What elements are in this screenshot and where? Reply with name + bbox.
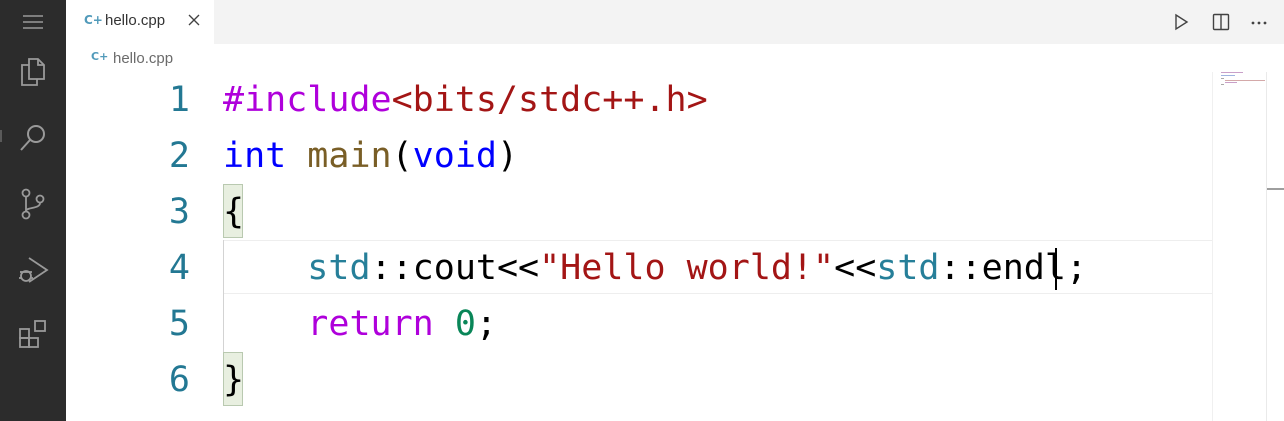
line-number: 2 <box>168 136 190 176</box>
run-debug-icon[interactable] <box>0 242 66 298</box>
source-control-icon[interactable] <box>0 176 66 232</box>
play-icon[interactable] <box>1171 12 1191 32</box>
text-cursor <box>1055 248 1057 290</box>
tab-hello-cpp[interactable]: C+ hello.cpp <box>66 0 214 44</box>
scrollbar-cursor-marker <box>1267 188 1284 190</box>
code-editor[interactable]: 1 #include<bits/stdc++.h> 2 int main(voi… <box>66 72 1212 421</box>
minimap-line <box>1221 78 1224 79</box>
line-content[interactable]: #include<bits/stdc++.h> <box>223 80 708 120</box>
split-editor-icon[interactable] <box>1211 12 1231 32</box>
line-content[interactable]: } <box>223 360 244 400</box>
cpp-file-icon: C+ <box>84 13 103 27</box>
line-content[interactable]: std::cout<<"Hello world!"<<std::endl; <box>223 248 1087 288</box>
minimap-line <box>1221 84 1224 85</box>
tab-bar: C+ hello.cpp <box>66 0 1284 44</box>
minimap-line <box>1225 80 1265 81</box>
code-line: 4 std::cout<<"Hello world!"<<std::endl; <box>66 240 1212 296</box>
editor-actions <box>1144 0 1284 44</box>
minimap-line <box>1221 72 1243 73</box>
minimap[interactable] <box>1212 72 1267 421</box>
line-number: 6 <box>168 360 190 400</box>
code-line: 3 { <box>66 184 1212 240</box>
code-line: 5 return 0; <box>66 296 1212 352</box>
code-line: 2 int main(void) <box>66 128 1212 184</box>
minimap-line <box>1225 82 1237 83</box>
line-content[interactable]: return 0; <box>223 304 497 344</box>
breadcrumb-file[interactable]: hello.cpp <box>113 50 173 67</box>
extensions-icon[interactable] <box>0 306 66 362</box>
line-number: 5 <box>168 304 190 344</box>
menu-icon[interactable] <box>0 0 66 44</box>
activity-marker <box>0 130 2 142</box>
search-icon[interactable] <box>0 110 66 166</box>
code-line: 6 } <box>66 352 1212 408</box>
breadcrumb: C+ hello.cpp <box>66 44 1216 72</box>
line-number: 3 <box>168 192 190 232</box>
tab-label: hello.cpp <box>105 12 166 29</box>
minimap-line <box>1221 75 1235 76</box>
line-number: 4 <box>168 248 190 288</box>
close-icon[interactable] <box>186 12 202 28</box>
line-number: 1 <box>168 80 190 120</box>
line-content[interactable]: { <box>223 192 244 232</box>
code-line: 1 #include<bits/stdc++.h> <box>66 72 1212 128</box>
vertical-scrollbar[interactable] <box>1266 72 1284 421</box>
activity-bar <box>0 0 66 421</box>
files-icon[interactable] <box>0 44 66 100</box>
cpp-file-icon: C+ <box>91 50 109 63</box>
more-icon[interactable] <box>1249 12 1269 32</box>
line-content[interactable]: int main(void) <box>223 136 518 176</box>
